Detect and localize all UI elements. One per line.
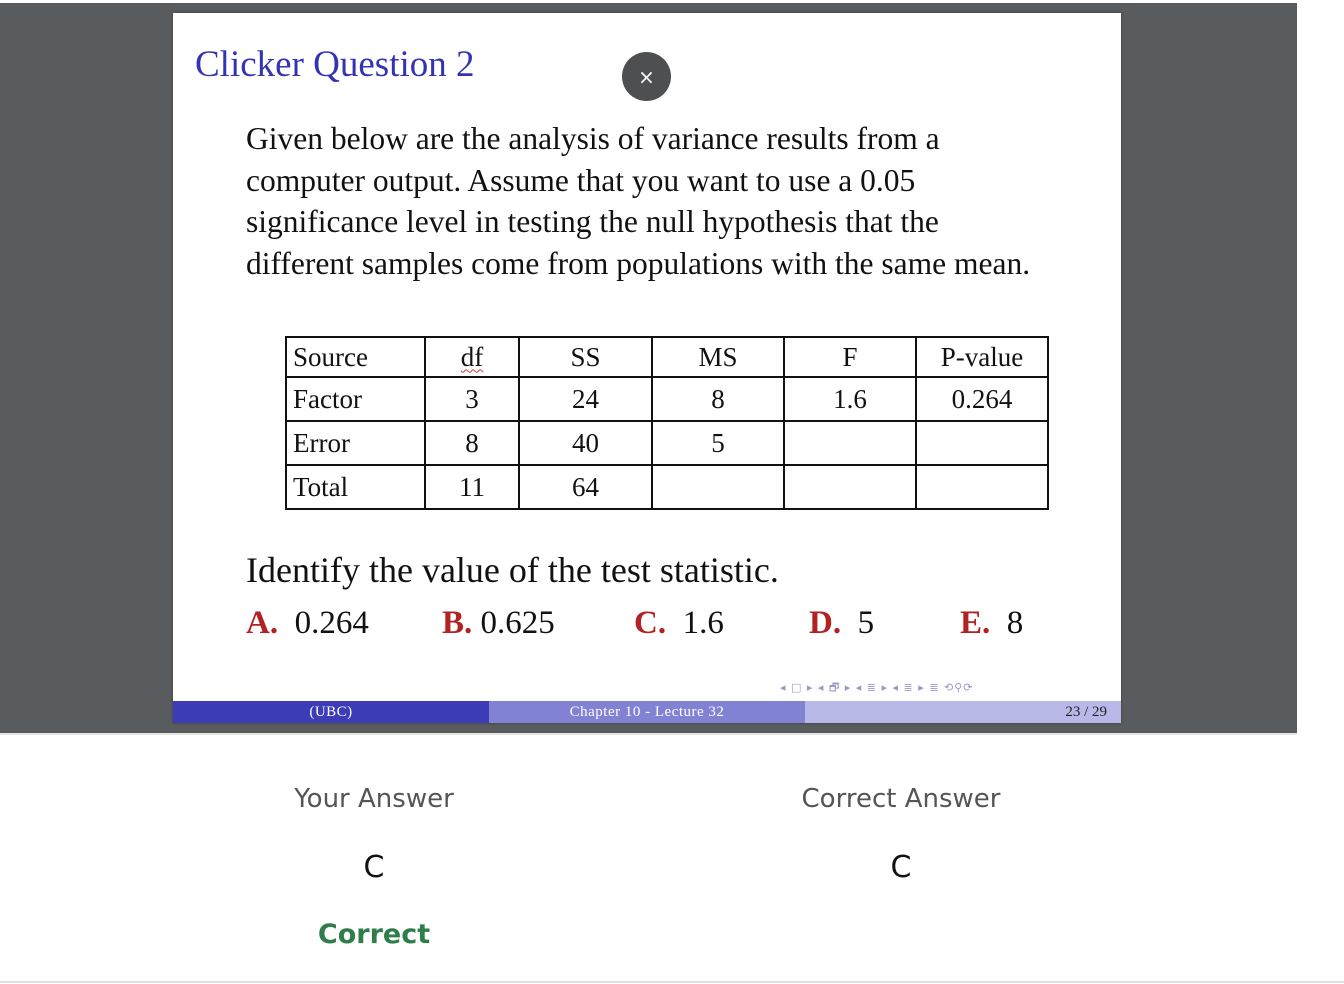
choice-e: E. 8	[960, 605, 1023, 642]
table-cell: 5	[651, 420, 785, 466]
table-cell: 8	[424, 420, 520, 466]
close-icon[interactable]: ×	[622, 52, 671, 101]
choice-a: A. 0.264	[246, 605, 369, 642]
your-answer-value: C	[363, 850, 385, 885]
table-cell: 40	[518, 420, 653, 466]
table-cell: 64	[518, 464, 653, 510]
choice-value: 0.264	[294, 605, 369, 641]
table-cell: 1.6	[783, 376, 917, 422]
choice-letter: E.	[960, 605, 991, 641]
your-answer-column: Your Answer C Correct	[174, 760, 574, 950]
slide-title: Clicker Question 2	[195, 44, 475, 85]
question-text: Given below are the analysis of variance…	[246, 121, 1031, 281]
table-cell	[915, 464, 1049, 510]
header-p-value: P-value	[915, 336, 1049, 378]
header-ss: SS	[518, 336, 653, 378]
header-ms: MS	[651, 336, 785, 378]
footer-institution: (UBC)	[173, 701, 489, 723]
correct-answer-value: C	[890, 850, 912, 885]
table-cell: 0.264	[915, 376, 1049, 422]
answer-choices: A. 0.264 B. 0.625 C. 1.6 D. 5 E. 8	[246, 605, 1126, 650]
header-source: Source	[285, 336, 426, 378]
table-cell	[651, 464, 785, 510]
table-row: Factor 3 24 8 1.6 0.264	[285, 376, 1049, 422]
choice-value: 5	[857, 605, 875, 641]
table-cell: Error	[285, 420, 426, 466]
anova-table: Source df SS MS F P-value Factor 3 24 8 …	[285, 336, 1049, 510]
choice-letter: A.	[246, 605, 279, 641]
choice-value: 8	[1006, 605, 1024, 641]
footer-chapter: Chapter 10 - Lecture 32	[489, 701, 805, 723]
table-cell: 8	[651, 376, 785, 422]
choice-value: 0.625	[480, 605, 555, 641]
table-cell	[783, 420, 917, 466]
table-header-row: Source df SS MS F P-value	[285, 336, 1049, 378]
slide: Clicker Question 2 × Given below are the…	[173, 13, 1121, 723]
stage-divider	[0, 733, 1297, 735]
bottom-divider	[0, 981, 1344, 983]
header-df: df	[424, 336, 520, 378]
table-cell	[915, 420, 1049, 466]
choice-value: 1.6	[682, 605, 724, 641]
slide-footer: (UBC) Chapter 10 - Lecture 32 23 / 29	[173, 701, 1121, 723]
answer-status: Correct	[317, 919, 431, 950]
header-f: F	[783, 336, 917, 378]
choice-letter: C.	[634, 605, 667, 641]
your-answer-label: Your Answer	[294, 784, 454, 814]
choice-c: C. 1.6	[634, 605, 724, 642]
footer-page: 23 / 29	[805, 701, 1121, 723]
correct-answer-label: Correct Answer	[801, 784, 1001, 814]
table-cell	[783, 464, 917, 510]
table-cell: Factor	[285, 376, 426, 422]
choice-letter: B.	[442, 605, 473, 641]
slide-viewer: Clicker Question 2 × Given below are the…	[0, 3, 1297, 734]
correct-answer-column: Correct Answer C	[701, 760, 1101, 885]
choice-b: B. 0.625	[442, 605, 555, 642]
table-cell: 11	[424, 464, 520, 510]
table-cell: 24	[518, 376, 653, 422]
question-prompt: Identify the value of the test statistic…	[246, 550, 779, 590]
beamer-navigation-icons[interactable]: ◂ □ ▸ ◂ 🗗 ▸ ◂ ≣ ▸ ◂ ≣ ▸ ≣ ⟲⚲⟳	[780, 679, 974, 698]
table-row: Error 8 40 5	[285, 420, 1049, 466]
choice-letter: D.	[809, 605, 842, 641]
table-cell: Total	[285, 464, 426, 510]
table-row: Total 11 64	[285, 464, 1049, 510]
table-cell: 3	[424, 376, 520, 422]
page-number: 23 / 29	[1065, 704, 1107, 720]
choice-d: D. 5	[809, 605, 874, 642]
